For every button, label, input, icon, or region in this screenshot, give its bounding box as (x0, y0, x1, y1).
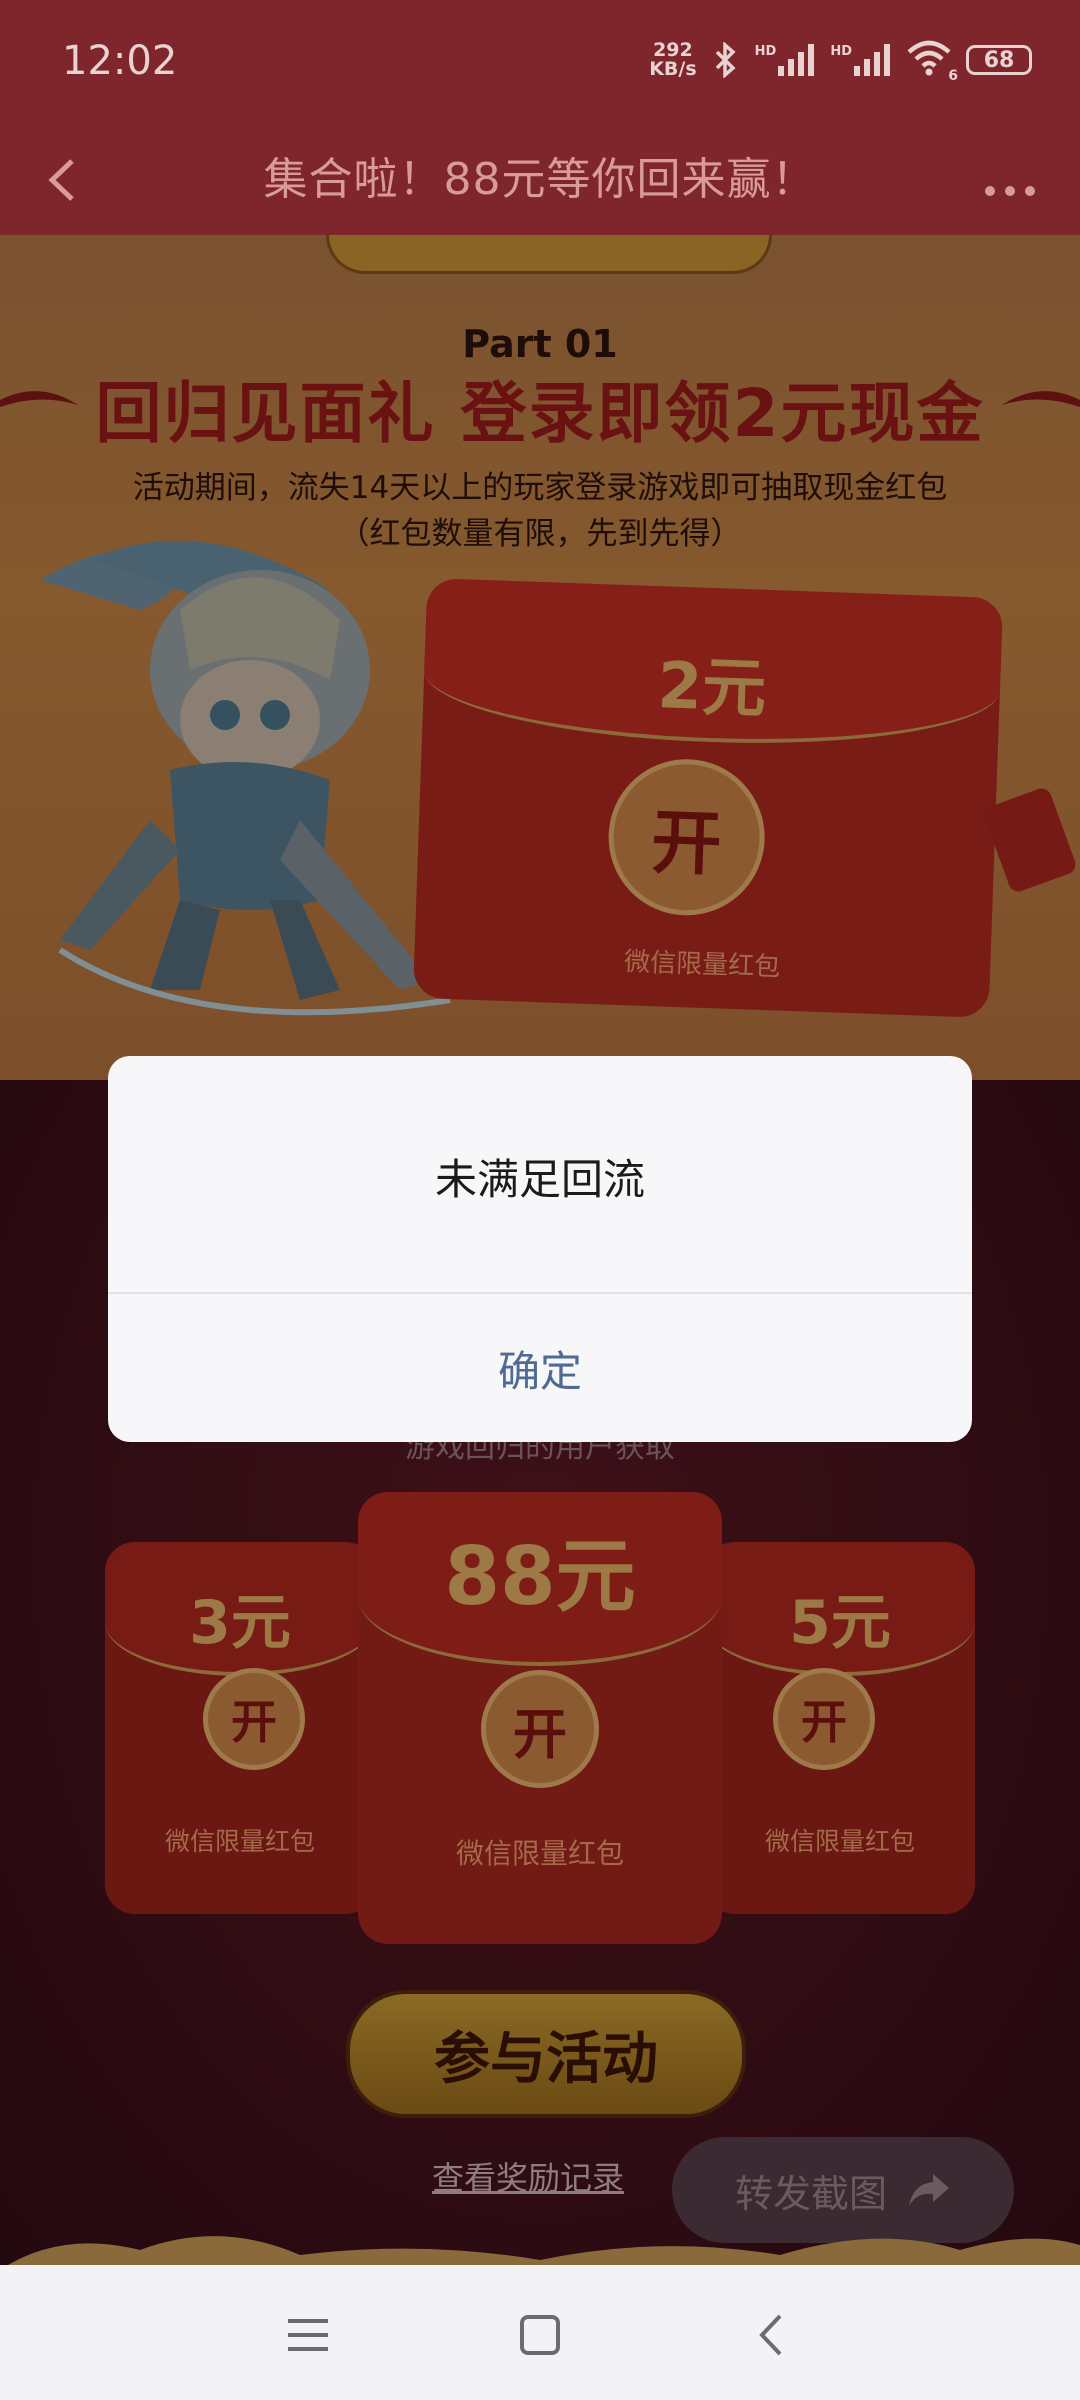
home-square-icon (520, 2315, 560, 2355)
menu-icon (288, 2319, 328, 2351)
title-bar: 集合啦！88元等你回来赢！ (0, 125, 1080, 235)
red-envelope-5[interactable]: 5元 开 微信限量红包 (705, 1542, 975, 1914)
open-envelope-button[interactable]: 开 (481, 1670, 599, 1788)
event-description: 活动期间，流失14天以上的玩家登录游戏即可抽取现金红包 (132, 470, 948, 506)
battery-indicator: 68 (966, 45, 1032, 75)
reward-records-link[interactable]: 查看奖励记录 (432, 2153, 624, 2199)
envelope-caption: 微信限量红包 (764, 1827, 915, 1856)
main-red-envelope[interactable]: 2元 开 微信限量红包 (412, 578, 1004, 1018)
open-envelope-button[interactable]: 开 (605, 756, 768, 918)
status-icons: 292 KB/s HD HD 6 68 (649, 39, 1032, 84)
network-speed: 292 KB/s (649, 39, 697, 80)
cloud-border-decoration (0, 2236, 1080, 2270)
wifi-icon: 6 (906, 40, 958, 84)
more-horizontal-icon (985, 186, 1035, 196)
red-envelope-3[interactable]: 3元 开 微信限量红包 (105, 1542, 375, 1914)
hero-character-illustration (40, 540, 451, 1016)
envelope-amount: 88元 (444, 1530, 636, 1623)
section-title: 回归见面礼 登录即领2元现金 (95, 375, 985, 452)
dialog-message: 未满足回流 (434, 1155, 645, 1204)
envelope-caption: 微信限量红包 (623, 947, 781, 983)
envelope-caption: 微信限量红包 (455, 1837, 624, 1870)
top-button-fragment (326, 235, 772, 274)
chevron-left-icon (759, 2314, 782, 2356)
status-time: 12:02 (62, 38, 178, 84)
envelope-amount: 5元 (789, 1588, 891, 1658)
envelope-amount: 2元 (656, 649, 768, 727)
system-navigation-bar (0, 2265, 1080, 2400)
open-envelope-button[interactable]: 开 (203, 1668, 305, 1770)
share-arrow-icon (909, 2174, 949, 2206)
alert-dialog: 未满足回流 确定 (108, 1056, 972, 1442)
bluetooth-icon (715, 42, 736, 78)
confirm-button[interactable]: 确定 (108, 1294, 972, 1442)
signal-icon-1: HD (755, 44, 817, 76)
open-envelope-button[interactable]: 开 (773, 1668, 875, 1770)
status-bar: 12:02 292 KB/s HD HD 6 68 (0, 0, 1080, 125)
more-button[interactable] (970, 145, 1050, 215)
menu-button[interactable] (268, 2295, 348, 2375)
home-button[interactable] (500, 2295, 580, 2375)
red-envelope-88[interactable]: 88元 开 微信限量红包 (358, 1492, 722, 1944)
nav-back-button[interactable] (732, 2295, 812, 2375)
join-activity-button[interactable]: 参与活动 (346, 1990, 746, 2118)
envelope-caption: 微信限量红包 (164, 1827, 315, 1856)
signal-icon-2: HD (830, 44, 892, 76)
page-title: 集合啦！88元等你回来赢！ (263, 154, 817, 205)
envelope-amount: 3元 (189, 1588, 291, 1658)
